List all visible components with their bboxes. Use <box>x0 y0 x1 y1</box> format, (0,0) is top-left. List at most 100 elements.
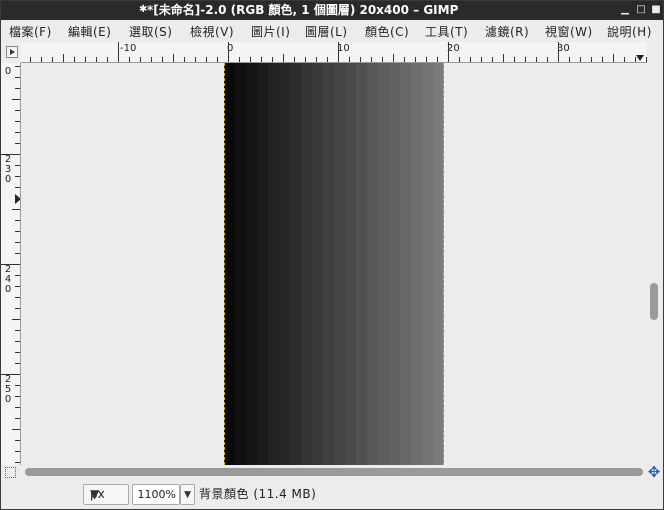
ruler-tick <box>228 42 229 62</box>
menu-windows[interactable]: 視窗(W) <box>545 24 593 40</box>
navigate-icon[interactable]: ✥ <box>646 465 662 480</box>
ruler-tick <box>437 57 438 62</box>
maximize-icon[interactable]: □ <box>635 4 647 16</box>
menu-edit[interactable]: 編輯(E) <box>68 24 111 40</box>
ruler-tick <box>316 57 317 62</box>
menu-colors[interactable]: 顏色(C) <box>365 24 409 40</box>
menu-layer[interactable]: 圖層(L) <box>305 24 348 40</box>
menu-filters[interactable]: 濾鏡(R) <box>485 24 529 40</box>
ruler-tick <box>15 352 20 353</box>
gradient-stripe <box>356 63 367 465</box>
horizontal-ruler[interactable]: -10 0 10 20 30 <box>21 42 647 63</box>
chevron-down-icon: ▼ <box>90 487 100 501</box>
ruler-tick <box>15 165 20 166</box>
gradient-stripe <box>301 63 312 465</box>
ruler-tick <box>15 308 20 309</box>
ruler-tick <box>173 54 174 62</box>
ruler-tick <box>162 57 163 62</box>
ruler-tick <box>15 275 20 276</box>
gradient-stripe <box>246 63 257 465</box>
gradient-image[interactable] <box>224 63 444 465</box>
gradient-stripe <box>290 63 301 465</box>
ruler-tick <box>41 57 42 62</box>
gradient-stripe <box>411 63 422 465</box>
menu-view[interactable]: 檢視(V) <box>190 24 234 40</box>
ruler-tick <box>1 154 20 155</box>
minimize-icon[interactable]: ▁ <box>619 4 631 16</box>
menu-bar: 檔案(F) 編輯(E) 選取(S) 檢視(V) 圖片(I) 圖層(L) 顏色(C… <box>1 20 663 42</box>
ruler-label-v240: 240 <box>4 264 12 295</box>
gradient-stripe <box>279 63 290 465</box>
ruler-tick <box>15 231 20 232</box>
menu-file[interactable]: 檔案(F) <box>9 24 52 40</box>
ruler-tick <box>448 42 449 62</box>
ruler-tick <box>338 42 339 62</box>
unit-select[interactable]: px ▼ <box>83 484 129 505</box>
status-bar: px ▼ 1100% ▼ 背景顏色 (11.4 MB) <box>1 480 663 509</box>
ruler-tick <box>250 57 251 62</box>
gradient-stripe <box>257 63 268 465</box>
ruler-tick <box>96 57 97 62</box>
ruler-tick <box>635 57 636 62</box>
ruler-tick <box>459 57 460 62</box>
ruler-tick <box>305 57 306 62</box>
vertical-scroll-thumb[interactable] <box>650 283 658 320</box>
ruler-tick <box>481 57 482 62</box>
ruler-tick <box>15 297 20 298</box>
ruler-tick <box>371 57 372 62</box>
zoom-value: 1100% <box>137 488 176 501</box>
ruler-tick <box>15 187 20 188</box>
ruler-tick <box>261 57 262 62</box>
vertical-scrollbar[interactable] <box>647 42 663 465</box>
menu-help[interactable]: 說明(H) <box>607 24 652 40</box>
ruler-label-v0: 0 <box>4 66 12 77</box>
ruler-tick <box>613 54 614 62</box>
ruler-tick <box>118 42 119 62</box>
zoom-dropdown-button[interactable]: ▼ <box>180 484 195 505</box>
ruler-tick <box>15 330 20 331</box>
ruler-tick <box>15 341 20 342</box>
ruler-tick <box>15 132 20 133</box>
gradient-stripe <box>400 63 411 465</box>
ruler-tick <box>15 242 20 243</box>
ruler-tick <box>15 462 20 463</box>
close-icon[interactable]: ■ <box>650 4 662 16</box>
ruler-tick <box>470 57 471 62</box>
ruler-tick <box>15 286 20 287</box>
horizontal-scroll-thumb[interactable] <box>25 468 643 476</box>
ruler-tick <box>602 57 603 62</box>
ruler-tick <box>12 429 20 430</box>
menu-tools[interactable]: 工具(T) <box>425 24 468 40</box>
ruler-tick <box>591 57 592 62</box>
ruler-tick <box>349 57 350 62</box>
ruler-tick <box>74 57 75 62</box>
image-canvas[interactable] <box>22 63 647 465</box>
ruler-label-v250: 250 <box>4 374 12 405</box>
ruler-tick <box>15 418 20 419</box>
menu-select[interactable]: 選取(S) <box>129 24 172 40</box>
ruler-tick <box>129 57 130 62</box>
ruler-tick <box>15 110 20 111</box>
ruler-tick <box>15 143 20 144</box>
ruler-tick <box>12 209 20 210</box>
ruler-tick <box>15 198 20 199</box>
ruler-tick <box>63 54 64 62</box>
quick-mask-icon[interactable] <box>5 467 16 478</box>
ruler-tick <box>217 57 218 62</box>
ruler-tick <box>294 57 295 62</box>
ruler-tick <box>415 57 416 62</box>
pointer-marker-icon <box>636 55 644 61</box>
ruler-tick <box>15 407 20 408</box>
ruler-tick <box>15 121 20 122</box>
ruler-tick <box>15 363 20 364</box>
ruler-tick <box>569 57 570 62</box>
vertical-ruler[interactable]: 0 230 240 250 <box>1 63 21 465</box>
menu-image[interactable]: 圖片(I) <box>251 24 290 40</box>
ruler-tick <box>536 57 537 62</box>
zoom-input[interactable]: 1100% <box>132 484 180 505</box>
ruler-menu-icon[interactable] <box>6 46 18 58</box>
horizontal-scrollbar-row: ✥ <box>1 465 663 480</box>
gradient-stripe <box>378 63 389 465</box>
ruler-tick <box>85 57 86 62</box>
ruler-tick <box>15 88 20 89</box>
